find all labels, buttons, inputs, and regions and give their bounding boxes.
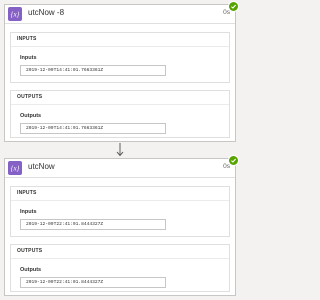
expression-icon: {x} xyxy=(8,7,22,21)
action-title: utcNow xyxy=(28,162,55,171)
outputs-label: Outputs xyxy=(20,267,42,273)
inputs-label: Inputs xyxy=(20,209,37,215)
inputs-section-heading: INPUTS xyxy=(11,33,229,47)
outputs-section: OUTPUTS Outputs 2019-12-09T22:41:01.8444… xyxy=(10,244,230,292)
outputs-label: Outputs xyxy=(20,113,42,119)
action-card-header[interactable]: {x} utcNow -8 0s xyxy=(5,1,239,24)
arrow-down-icon xyxy=(116,143,124,157)
svg-text:{x}: {x} xyxy=(11,11,20,19)
expression-icon: {x} xyxy=(8,161,22,175)
action-card-utcnow-8[interactable]: {x} utcNow -8 0s INPUTS Inputs 2019-12-0… xyxy=(4,1,239,142)
check-icon xyxy=(228,1,239,12)
inputs-value[interactable]: 2019-12-09T22:41:01.8444327Z xyxy=(20,219,166,230)
inputs-section-heading: INPUTS xyxy=(11,187,229,201)
action-card-header[interactable]: {x} utcNow 0s xyxy=(5,155,239,178)
check-icon xyxy=(228,155,239,166)
outputs-value[interactable]: 2019-12-09T22:41:01.8444327Z xyxy=(20,277,166,288)
inputs-label: Inputs xyxy=(20,55,37,61)
outputs-section: OUTPUTS Outputs 2019-12-09T14:41:01.7663… xyxy=(10,90,230,138)
outputs-section-heading: OUTPUTS xyxy=(11,91,229,105)
inputs-section: INPUTS Inputs 2019-12-09T14:41:01.766336… xyxy=(10,32,230,83)
action-title: utcNow -8 xyxy=(28,8,65,17)
svg-text:{x}: {x} xyxy=(11,165,20,173)
inputs-section: INPUTS Inputs 2019-12-09T22:41:01.844432… xyxy=(10,186,230,237)
outputs-value[interactable]: 2019-12-09T14:41:01.7663361Z xyxy=(20,123,166,134)
inputs-value[interactable]: 2019-12-09T14:41:01.7663361Z xyxy=(20,65,166,76)
outputs-section-heading: OUTPUTS xyxy=(11,245,229,259)
action-card-utcnow[interactable]: {x} utcNow 0s INPUTS Inputs 2019-12-09T2… xyxy=(4,155,239,296)
